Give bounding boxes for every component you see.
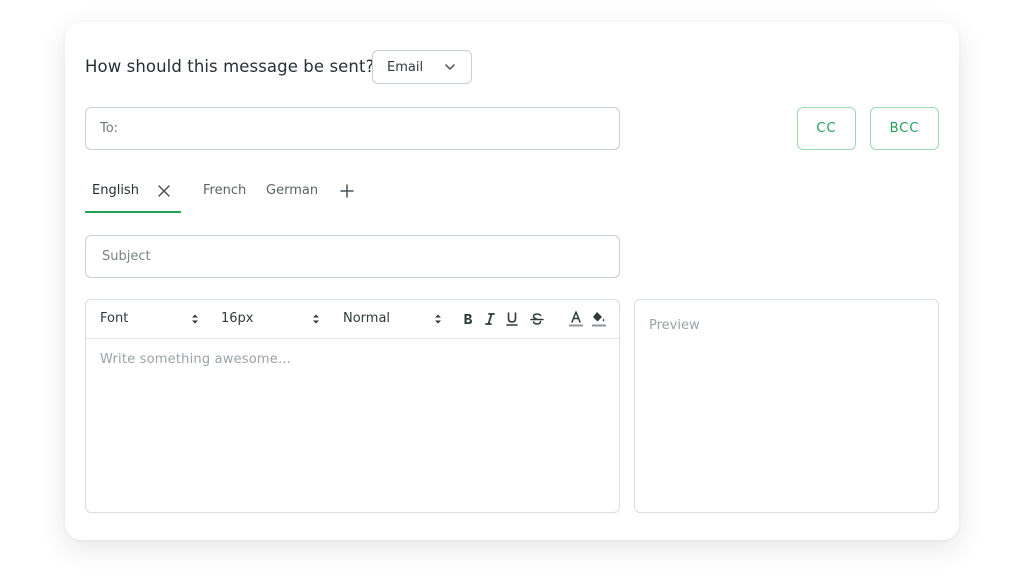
message-composer-card: How should this message be sent? Email T…	[65, 22, 959, 540]
size-select-arrows-icon[interactable]	[312, 313, 320, 325]
close-icon[interactable]	[157, 184, 171, 198]
send-method-value: Email	[387, 59, 424, 75]
editor-toolbar: Font 16px Normal	[86, 300, 619, 339]
to-label: To:	[100, 121, 119, 136]
text-color-icon[interactable]	[568, 310, 584, 328]
language-tabs: English French German	[85, 180, 385, 214]
message-editor: Font 16px Normal Write something awesome…	[85, 299, 620, 513]
tab-french[interactable]: French	[203, 183, 246, 198]
italic-icon[interactable]	[482, 310, 498, 328]
font-select[interactable]: Font	[100, 311, 128, 326]
subject-input[interactable]	[100, 235, 605, 278]
underline-icon[interactable]	[504, 310, 520, 328]
strikethrough-icon[interactable]	[529, 310, 545, 328]
style-select-arrows-icon[interactable]	[434, 313, 442, 325]
plus-icon[interactable]	[340, 184, 354, 198]
to-field[interactable]: To:	[85, 107, 620, 150]
message-body-input[interactable]: Write something awesome...	[100, 352, 605, 502]
bold-icon[interactable]	[460, 310, 476, 328]
subject-field[interactable]	[85, 235, 620, 278]
font-select-arrows-icon[interactable]	[191, 313, 199, 325]
send-method-question: How should this message be sent?	[85, 57, 375, 76]
preview-label: Preview	[649, 318, 700, 333]
preview-panel: Preview	[634, 299, 939, 513]
fill-color-icon[interactable]	[591, 310, 607, 328]
tab-german[interactable]: German	[266, 183, 318, 198]
active-tab-indicator	[85, 211, 181, 213]
cc-button[interactable]: CC	[797, 107, 856, 150]
tab-english[interactable]: English	[92, 183, 139, 198]
to-input[interactable]	[124, 107, 605, 150]
size-select[interactable]: 16px	[221, 311, 254, 326]
send-method-dropdown[interactable]: Email	[372, 50, 472, 84]
bcc-button[interactable]: BCC	[870, 107, 939, 150]
chevron-down-icon	[445, 64, 455, 70]
style-select[interactable]: Normal	[343, 311, 390, 326]
